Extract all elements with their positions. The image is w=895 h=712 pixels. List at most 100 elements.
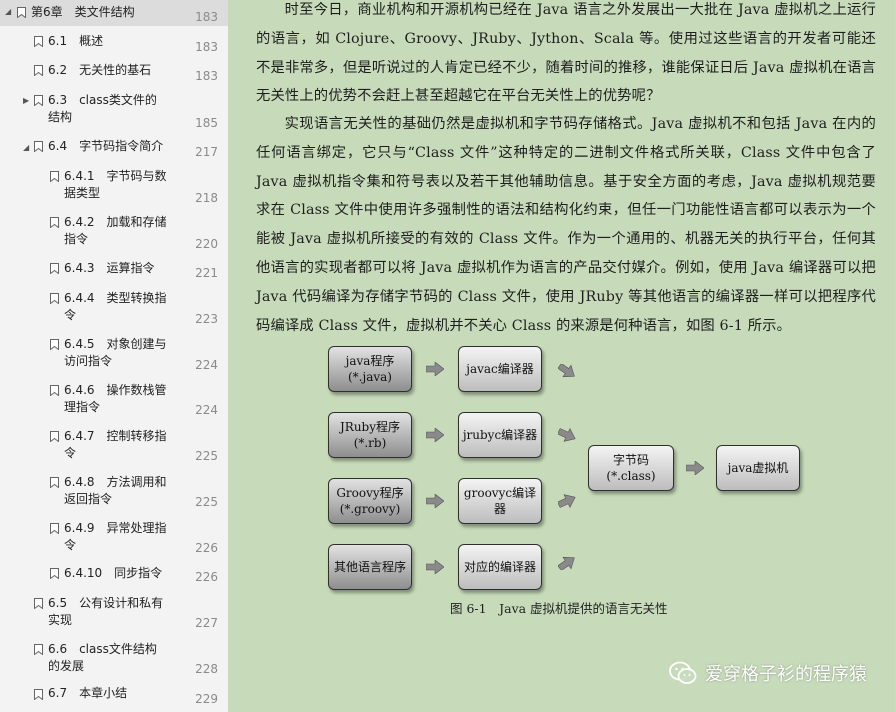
toc-item-label-line2: 返回指令 <box>64 492 113 506</box>
box-label: java程序 <box>345 354 395 368</box>
bookmark-icon <box>50 431 59 442</box>
toc-item-label: 6.6 class文件结构 <box>48 642 157 656</box>
figure-caption: 图 6-1 Java 虚拟机提供的语言无关性 <box>450 601 668 616</box>
bookmark-icon <box>50 217 59 228</box>
toc-item-6-4-6[interactable]: 6.4.6 操作数栈管 理指令 224 <box>0 378 228 424</box>
box-label: 对应的编译器 <box>463 560 536 574</box>
toc-page-number: 223 <box>195 312 218 326</box>
toc-item-6-2[interactable]: 6.2 无关性的基石 183 <box>0 59 228 87</box>
toc-item-6-7[interactable]: 6.7 本章小结 229 <box>0 683 228 712</box>
toc-item-label: 6.4.6 操作数栈管 <box>64 383 167 397</box>
toc-item-label: 6.4 字节码指令简介 <box>48 139 164 153</box>
toc-item-label-line2: 令 <box>64 308 77 322</box>
toc-item-6-4-10[interactable]: 6.4.10 同步指令 226 <box>0 562 228 590</box>
toc-item-label: 6.4.2 加载和存储 <box>64 215 167 229</box>
bookmark-icon <box>50 568 59 579</box>
box-label: (*.class) <box>606 469 656 483</box>
toc-page-number: 183 <box>195 40 218 54</box>
watermark-text: 爱穿格子衫的程序猿 <box>705 664 867 685</box>
bookmark-icon <box>50 523 59 534</box>
toc-item-label: 6.4.3 运算指令 <box>64 261 155 275</box>
bookmark-icon <box>34 141 43 152</box>
arrow-right-icon <box>426 428 444 442</box>
bookmark-icon <box>50 339 59 350</box>
bookmark-icon <box>50 263 59 274</box>
box-label: (*.java) <box>348 370 392 384</box>
bookmark-icon <box>34 95 43 106</box>
box-label: javac编译器 <box>466 362 534 376</box>
toc-item-6-5[interactable]: 6.5 公有设计和私有 实现 227 <box>0 591 228 637</box>
other-compiler-box: 对应的编译器 <box>458 544 542 590</box>
toc-item-6-4-8[interactable]: 6.4.8 方法调用和 返回指令 225 <box>0 470 228 516</box>
toc-item-6-4-1[interactable]: 6.4.1 字节码与数 据类型 218 <box>0 164 228 210</box>
paragraph-2: 实现语言无关性的基础仍然是虚拟机和字节码存储格式。Java 虚拟机不和包括 Ja… <box>256 116 876 334</box>
box-label: groovyc编译器 <box>463 486 537 516</box>
toc-item-label-line2: 令 <box>64 446 77 460</box>
toc-item-6-4[interactable]: ◢ 6.4 字节码指令简介 217 <box>0 135 228 163</box>
toc-item-6-4-7[interactable]: 6.4.7 控制转移指 令 225 <box>0 424 228 470</box>
jrubyc-compiler-box: jrubyc编译器 <box>458 412 542 458</box>
toc-item-label-line2: 结构 <box>48 110 73 124</box>
toc-item-label-line2: 理指令 <box>64 400 101 414</box>
toc-item-6-3[interactable]: ▶ 6.3 class类文件的 结构 185 <box>0 88 228 134</box>
toc-page-number: 226 <box>195 541 218 555</box>
arrow-right-icon <box>426 494 444 508</box>
toc-page-number: 228 <box>195 662 218 676</box>
toc-page-number: 229 <box>195 692 218 706</box>
paragraph-1: 时至今日，商业机构和开源机构已经在 Java 语言之外发展出一大批在 Java … <box>256 2 876 105</box>
toc-item-6-4-5[interactable]: 6.4.5 对象创建与 访问指令 224 <box>0 332 228 378</box>
toc-item-6-1[interactable]: 6.1 概述 183 <box>0 30 228 58</box>
bookmark-icon <box>17 7 26 18</box>
toc-item-label-line2: 指令 <box>64 232 89 246</box>
groovyc-compiler-box: groovyc编译器 <box>458 478 542 524</box>
toc-item-6-6[interactable]: 6.6 class文件结构 的发展 228 <box>0 637 228 683</box>
toc-sidebar: ◢ 第6章 类文件结构 183 6.1 概述 183 6.2 无关性的基石 18… <box>0 0 229 712</box>
toc-item-6-4-3[interactable]: 6.4.3 运算指令 221 <box>0 257 228 285</box>
arrow-down-right-icon <box>558 428 576 442</box>
toc-item-label: 6.5 公有设计和私有 <box>48 596 164 610</box>
document-page: 时至今日，商业机构和开源机构已经在 Java 语言之外发展出一大批在 Java … <box>228 0 895 712</box>
toc-item-label: 6.7 本章小结 <box>48 686 128 700</box>
box-label: 字节码 <box>612 453 649 467</box>
bookmark-icon <box>34 65 43 76</box>
arrow-up-right-icon <box>558 556 575 570</box>
toc-page-number: 227 <box>195 616 218 630</box>
toc-page-number: 224 <box>195 403 218 417</box>
toc-item-label-line2: 实现 <box>48 613 73 627</box>
expand-arrow-icon[interactable]: ▶ <box>23 96 29 105</box>
bookmark-icon <box>34 689 43 700</box>
toc-page-number: 225 <box>195 495 218 509</box>
toc-item-label: 6.2 无关性的基石 <box>48 63 152 77</box>
arrow-right-icon <box>426 362 444 376</box>
arrow-right-icon <box>426 560 444 574</box>
toc-page-number: 224 <box>195 358 218 372</box>
toc-item-6-4-4[interactable]: 6.4.4 类型转换指 令 223 <box>0 286 228 332</box>
toc-page-number: 217 <box>195 145 218 159</box>
bookmark-icon <box>34 598 43 609</box>
toc-item-label-line2: 令 <box>64 538 77 552</box>
collapse-arrow-icon[interactable]: ◢ <box>23 143 29 152</box>
toc-item-chapter-6[interactable]: ◢ 第6章 类文件结构 183 <box>0 0 228 26</box>
toc-item-6-4-2[interactable]: 6.4.2 加载和存储 指令 220 <box>0 210 228 256</box>
toc-item-label: 6.3 class类文件的 <box>48 93 157 107</box>
toc-item-6-4-9[interactable]: 6.4.9 异常处理指 令 226 <box>0 516 228 562</box>
groovy-source-box: Groovy程序 (*.groovy) <box>328 478 412 524</box>
watermark: 爱穿格子衫的程序猿 <box>669 660 867 686</box>
bytecode-box: 字节码 (*.class) <box>588 445 674 491</box>
arrow-up-right-icon <box>558 494 576 508</box>
other-source-box: 其他语言程序 <box>328 544 412 590</box>
arrow-right-icon <box>686 461 704 475</box>
toc-item-label-line2: 访问指令 <box>64 354 113 368</box>
toc-item-label: 6.4.5 对象创建与 <box>64 337 167 351</box>
java-source-box: java程序 (*.java) <box>328 346 412 392</box>
bookmark-icon <box>50 171 59 182</box>
javac-compiler-box: javac编译器 <box>458 346 542 392</box>
collapse-arrow-icon[interactable]: ◢ <box>5 7 11 16</box>
toc-item-label: 第6章 类文件结构 <box>31 5 135 19</box>
bookmark-icon <box>50 293 59 304</box>
toc-item-label-line2: 据类型 <box>64 186 101 200</box>
toc-page-number: 225 <box>195 449 218 463</box>
toc-page-number: 185 <box>195 116 218 130</box>
wechat-icon <box>669 661 697 684</box>
toc-page-number: 221 <box>195 266 218 280</box>
